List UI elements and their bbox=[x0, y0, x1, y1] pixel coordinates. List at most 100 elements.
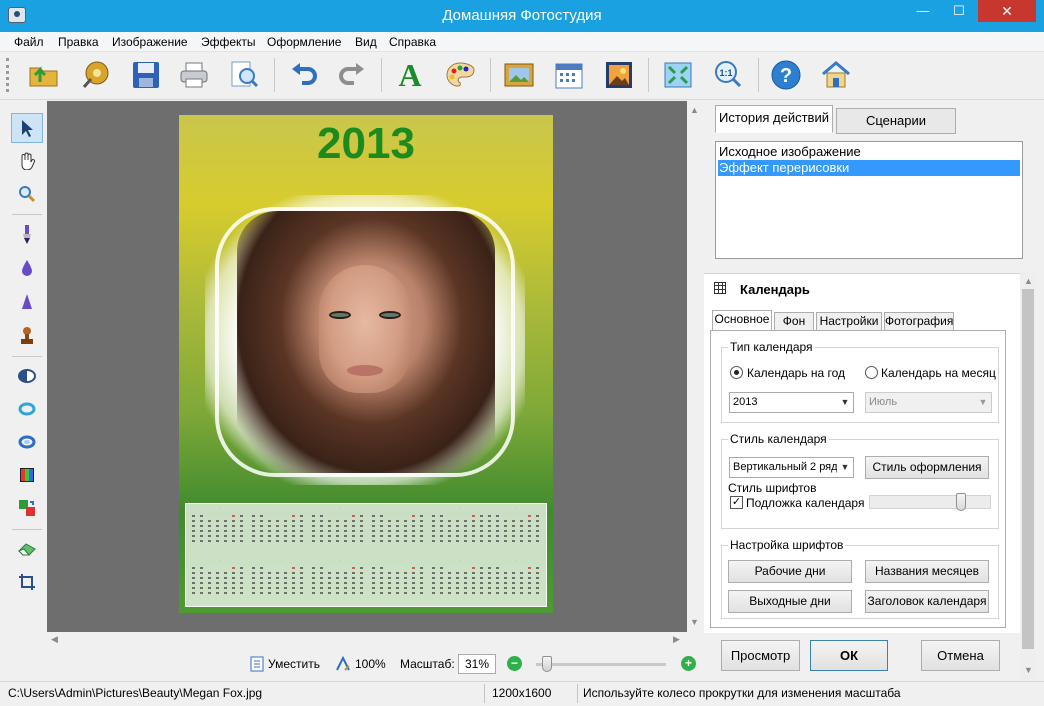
design-style-button[interactable]: Стиль оформления bbox=[865, 456, 989, 479]
stamp-icon[interactable] bbox=[11, 321, 43, 351]
home-icon[interactable] bbox=[818, 57, 854, 93]
frame-icon[interactable] bbox=[501, 57, 537, 93]
menu-edit[interactable]: Правка bbox=[58, 35, 99, 49]
image-canvas[interactable]: 2013 · · · · · · · · · · · · bbox=[47, 101, 687, 632]
scroll-left-arrow-icon[interactable]: ◀ bbox=[51, 634, 58, 645]
menu-bar: Файл Правка Изображение Эффекты Оформлен… bbox=[0, 32, 1044, 52]
year-select[interactable]: 2013 ▼ bbox=[729, 392, 854, 413]
backing-opacity-thumb[interactable] bbox=[956, 493, 967, 511]
tab-scenarios[interactable]: Сценарии bbox=[836, 108, 956, 134]
redo-icon[interactable] bbox=[334, 57, 370, 93]
tool-separator bbox=[12, 529, 42, 530]
zoom-slider-thumb[interactable] bbox=[542, 656, 552, 672]
menu-effects[interactable]: Эффекты bbox=[201, 35, 256, 49]
pointer-icon[interactable] bbox=[11, 113, 43, 143]
backing-label[interactable]: Подложка календаря bbox=[746, 496, 864, 510]
preview-button[interactable]: Просмотр bbox=[721, 640, 800, 671]
month-names-font-button[interactable]: Названия месяцев bbox=[865, 560, 989, 583]
scroll-up-arrow-icon[interactable]: ▲ bbox=[690, 105, 699, 115]
workdays-font-button[interactable]: Рабочие дни bbox=[728, 560, 852, 583]
cancel-button[interactable]: Отмена bbox=[921, 640, 1000, 671]
main-tab-page: Тип календаря Календарь на год Календарь… bbox=[710, 330, 1006, 628]
backing-opacity-slider[interactable] bbox=[869, 495, 991, 509]
close-button[interactable]: ✕ bbox=[978, 0, 1036, 22]
toolbar-grip[interactable] bbox=[6, 58, 9, 92]
menu-help[interactable]: Справка bbox=[389, 35, 436, 49]
menu-file[interactable]: Файл bbox=[14, 35, 44, 49]
calendar-header-font-button[interactable]: Заголовок календаря bbox=[865, 590, 989, 613]
radio-year-calendar[interactable] bbox=[730, 366, 743, 379]
effects-wheel-icon[interactable] bbox=[78, 57, 114, 93]
history-item-original[interactable]: Исходное изображение bbox=[718, 144, 1020, 160]
settings-scrollbar-thumb[interactable] bbox=[1022, 289, 1034, 649]
month-calendar-label[interactable]: Календарь на месяц bbox=[881, 366, 996, 380]
font-settings-group: Настройка шрифтов Рабочие дни Названия м… bbox=[721, 538, 999, 619]
zoom-icon[interactable] bbox=[11, 179, 43, 209]
crop-icon[interactable] bbox=[11, 567, 43, 597]
tab-history[interactable]: История действий bbox=[715, 105, 833, 133]
scroll-right-arrow-icon[interactable]: ▶ bbox=[673, 634, 680, 645]
sharpen-icon[interactable] bbox=[11, 287, 43, 317]
history-list[interactable]: Исходное изображение Эффект перерисовки bbox=[715, 141, 1023, 259]
menu-image[interactable]: Изображение bbox=[112, 35, 188, 49]
radio-month-calendar[interactable] bbox=[865, 366, 878, 379]
actual-size-icon[interactable]: 1:1 bbox=[710, 57, 746, 93]
ring-icon[interactable] bbox=[11, 394, 43, 424]
calendar-icon[interactable] bbox=[551, 57, 587, 93]
calendar-settings-panel: Календарь Основное Фон Настройки Фотогра… bbox=[704, 273, 1020, 633]
fit-button[interactable]: Уместить bbox=[268, 657, 320, 671]
eraser-icon[interactable] bbox=[11, 534, 43, 564]
tab-main[interactable]: Основное bbox=[712, 310, 772, 331]
menu-design[interactable]: Оформление bbox=[267, 35, 341, 49]
tab-photo[interactable]: Фотография bbox=[884, 312, 954, 331]
canvas-vertical-scrollbar[interactable]: ▲ ▼ bbox=[687, 101, 701, 632]
tab-settings[interactable]: Настройки bbox=[816, 312, 882, 331]
year-calendar-label[interactable]: Календарь на год bbox=[747, 366, 845, 380]
save-icon[interactable] bbox=[128, 57, 164, 93]
backing-checkbox[interactable]: ✓ bbox=[730, 496, 743, 509]
postcard-icon[interactable] bbox=[601, 57, 637, 93]
dodge-icon[interactable] bbox=[11, 361, 43, 391]
history-item-sketch-effect[interactable]: Эффект перерисовки bbox=[718, 160, 1020, 176]
blur-icon[interactable] bbox=[11, 253, 43, 283]
scroll-up-arrow-icon[interactable]: ▲ bbox=[1024, 276, 1033, 286]
help-icon[interactable]: ? bbox=[768, 57, 804, 93]
scroll-down-arrow-icon[interactable]: ▼ bbox=[690, 617, 699, 627]
toolbar-separator bbox=[758, 58, 759, 92]
weekends-font-button[interactable]: Выходные дни bbox=[728, 590, 852, 613]
brush-icon[interactable] bbox=[11, 219, 43, 249]
calendar-style-title: Стиль календаря bbox=[728, 432, 829, 446]
fit-page-icon[interactable] bbox=[250, 656, 264, 672]
menu-view[interactable]: Вид bbox=[355, 35, 377, 49]
preview-icon[interactable] bbox=[226, 57, 262, 93]
maximize-button[interactable]: ☐ bbox=[942, 0, 976, 22]
portrait-lips bbox=[347, 365, 383, 376]
actual-size-button[interactable]: 100% bbox=[355, 657, 386, 671]
minimize-button[interactable]: — bbox=[906, 0, 940, 22]
ring2-icon[interactable] bbox=[11, 427, 43, 457]
settings-scrollbar[interactable]: ▲ ▼ bbox=[1020, 273, 1036, 679]
status-hint: Используйте колесо прокрутки для изменен… bbox=[583, 686, 901, 700]
print-icon[interactable] bbox=[176, 57, 212, 93]
undo-icon[interactable] bbox=[286, 57, 322, 93]
fit-icon[interactable] bbox=[660, 57, 696, 93]
open-folder-icon[interactable] bbox=[26, 57, 62, 93]
canvas-horizontal-scrollbar[interactable]: ◀ ▶ bbox=[47, 632, 687, 646]
text-icon[interactable]: A bbox=[392, 57, 428, 93]
calendar-preview: 2013 · · · · · · · · · · · · bbox=[179, 115, 553, 613]
window-title: Домашняя Фотостудия bbox=[442, 7, 602, 24]
hand-icon[interactable] bbox=[11, 146, 43, 176]
tab-background[interactable]: Фон bbox=[774, 312, 814, 331]
actual-size-small-icon[interactable] bbox=[335, 656, 351, 672]
style-select[interactable]: Вертикальный 2 ряд ▼ bbox=[729, 457, 854, 478]
levels-icon[interactable] bbox=[11, 460, 43, 490]
ok-button[interactable]: ОК bbox=[810, 640, 888, 671]
palette-icon[interactable] bbox=[442, 57, 478, 93]
title-bar: Домашняя Фотостудия — ☐ ✕ bbox=[0, 0, 1044, 32]
zoom-out-button[interactable]: − bbox=[507, 656, 522, 671]
scroll-down-arrow-icon[interactable]: ▼ bbox=[1024, 665, 1033, 675]
zoom-slider-track[interactable] bbox=[536, 663, 666, 666]
scale-input[interactable]: 31% bbox=[458, 654, 496, 674]
zoom-in-button[interactable]: + bbox=[681, 656, 696, 671]
swap-icon[interactable] bbox=[11, 493, 43, 523]
